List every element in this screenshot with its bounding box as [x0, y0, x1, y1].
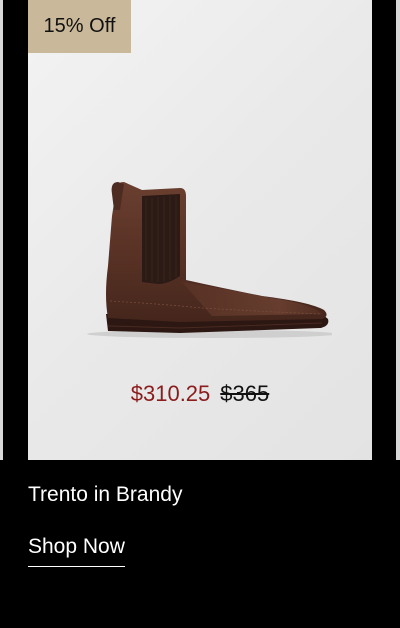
- original-price: $365: [220, 381, 270, 406]
- shop-now-link[interactable]: Shop Now: [28, 535, 125, 567]
- product-card[interactable]: 15% Off $310.25 $365: [28, 0, 372, 460]
- discount-badge: 15% Off: [28, 0, 131, 53]
- previous-product-card-edge[interactable]: [0, 0, 3, 460]
- price-row: $310.25 $365: [28, 381, 372, 407]
- sale-price: $310.25: [130, 381, 211, 406]
- next-product-card-edge[interactable]: [396, 0, 400, 460]
- chelsea-boot-image[interactable]: [72, 176, 332, 340]
- product-carousel: 15% Off $310.25 $365 Trento in Brandy Sh…: [0, 0, 400, 628]
- product-title[interactable]: Trento in Brandy: [28, 483, 182, 507]
